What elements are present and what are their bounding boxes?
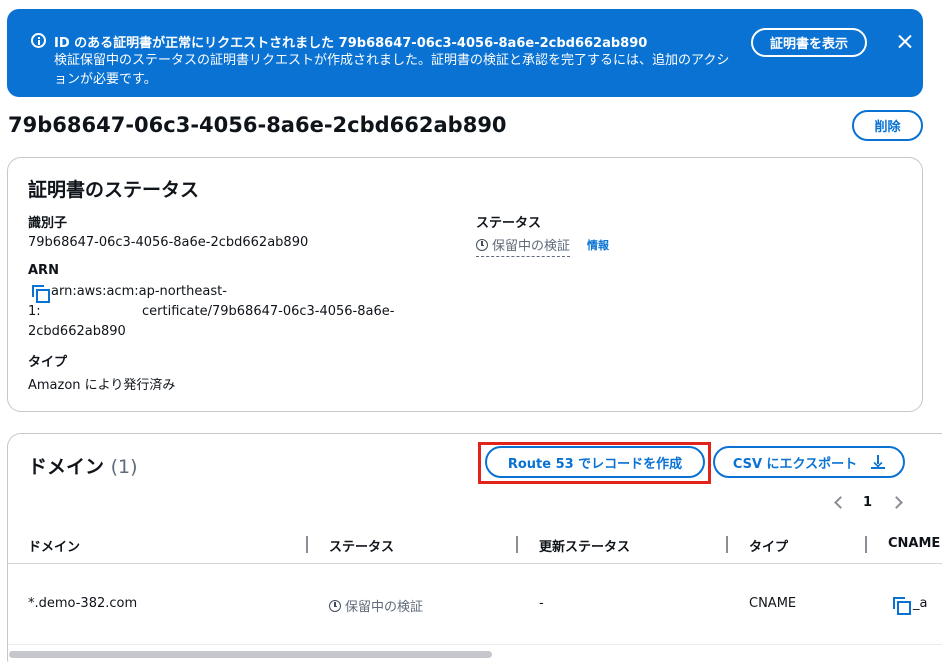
column-header-renewal-status[interactable]: 更新ステータス — [539, 536, 630, 555]
view-certificate-button[interactable]: 証明書を表示 — [751, 28, 867, 57]
info-link[interactable]: 情報 — [587, 237, 609, 253]
status-label: ステータス — [476, 216, 542, 231]
column-header-type[interactable]: タイプ — [749, 536, 788, 555]
type-cell: CNAME — [749, 596, 797, 611]
page-title: 79b68647-06c3-4056-8a6e-2cbd662ab890 — [8, 113, 507, 137]
arn-line-2a: 1: — [28, 304, 41, 319]
copy-icon[interactable] — [893, 597, 911, 615]
clock-icon — [329, 600, 341, 612]
status-value-text: 保留中の検証 — [492, 239, 571, 254]
arn-line-3: 2cbd662ab890 — [28, 324, 126, 339]
column-header-cname[interactable]: CNAME — [888, 536, 940, 551]
download-icon — [871, 455, 886, 469]
horizontal-scrollbar[interactable] — [9, 651, 492, 658]
status-value[interactable]: 保留中の検証 — [476, 235, 571, 257]
arn-line-2b: certificate/79b68647-06c3-4056-8a6e- — [142, 304, 395, 319]
delete-button[interactable]: 削除 — [852, 110, 923, 141]
status-cell: 保留中の検証 — [329, 596, 423, 615]
domains-heading: ドメイン (1) — [28, 452, 138, 479]
chevron-right-icon[interactable] — [890, 496, 903, 509]
type-value: Amazon により発行済み — [28, 378, 176, 393]
column-header-domain[interactable]: ドメイン — [28, 536, 80, 555]
renewal-status-cell: - — [539, 596, 544, 611]
column-divider[interactable] — [516, 536, 518, 553]
domains-card: ドメイン (1) Route 53 でレコードを作成 CSV にエクスポート 1… — [7, 433, 942, 662]
table-header-divider — [8, 563, 942, 564]
cname-cell: _a — [913, 596, 928, 611]
column-header-status[interactable]: ステータス — [329, 536, 394, 555]
export-csv-label: CSV にエクスポート — [732, 456, 858, 472]
arn-line-1: arn:aws:acm:ap-northeast- — [51, 284, 227, 299]
close-icon[interactable] — [894, 31, 916, 53]
status-card-heading: 証明書のステータス — [28, 179, 200, 201]
export-csv-button[interactable]: CSV にエクスポート — [713, 446, 905, 478]
identifier-label: 識別子 — [28, 216, 68, 231]
table-row-divider — [8, 644, 942, 645]
column-divider[interactable] — [306, 536, 308, 553]
create-route53-records-button[interactable]: Route 53 でレコードを作成 — [485, 446, 705, 478]
page-number[interactable]: 1 — [863, 495, 872, 510]
identifier-value: 79b68647-06c3-4056-8a6e-2cbd662ab890 — [28, 235, 309, 250]
status-cell-text: 保留中の検証 — [345, 600, 424, 615]
certificate-status-card: 証明書のステータス 識別子 79b68647-06c3-4056-8a6e-2c… — [7, 157, 923, 412]
domains-count: (1) — [110, 456, 138, 478]
domains-heading-text: ドメイン — [28, 456, 105, 478]
column-divider[interactable] — [726, 536, 728, 553]
domain-cell: *.demo-382.com — [28, 596, 138, 611]
clock-icon — [476, 239, 488, 251]
flash-title: ID のある証明書が正常にリクエストされました 79b68647-06c3-40… — [54, 36, 648, 51]
flash-banner: ID のある証明書が正常にリクエストされました 79b68647-06c3-40… — [7, 9, 923, 97]
flash-body: 検証保留中のステータスの証明書リクエストが作成されました。証明書の検証と承認を完… — [54, 53, 730, 87]
type-label: タイプ — [28, 355, 68, 370]
chevron-left-icon[interactable] — [834, 496, 847, 509]
copy-icon[interactable] — [32, 285, 50, 303]
column-divider[interactable] — [865, 536, 867, 553]
arn-label: ARN — [28, 263, 59, 278]
info-icon — [31, 33, 46, 48]
